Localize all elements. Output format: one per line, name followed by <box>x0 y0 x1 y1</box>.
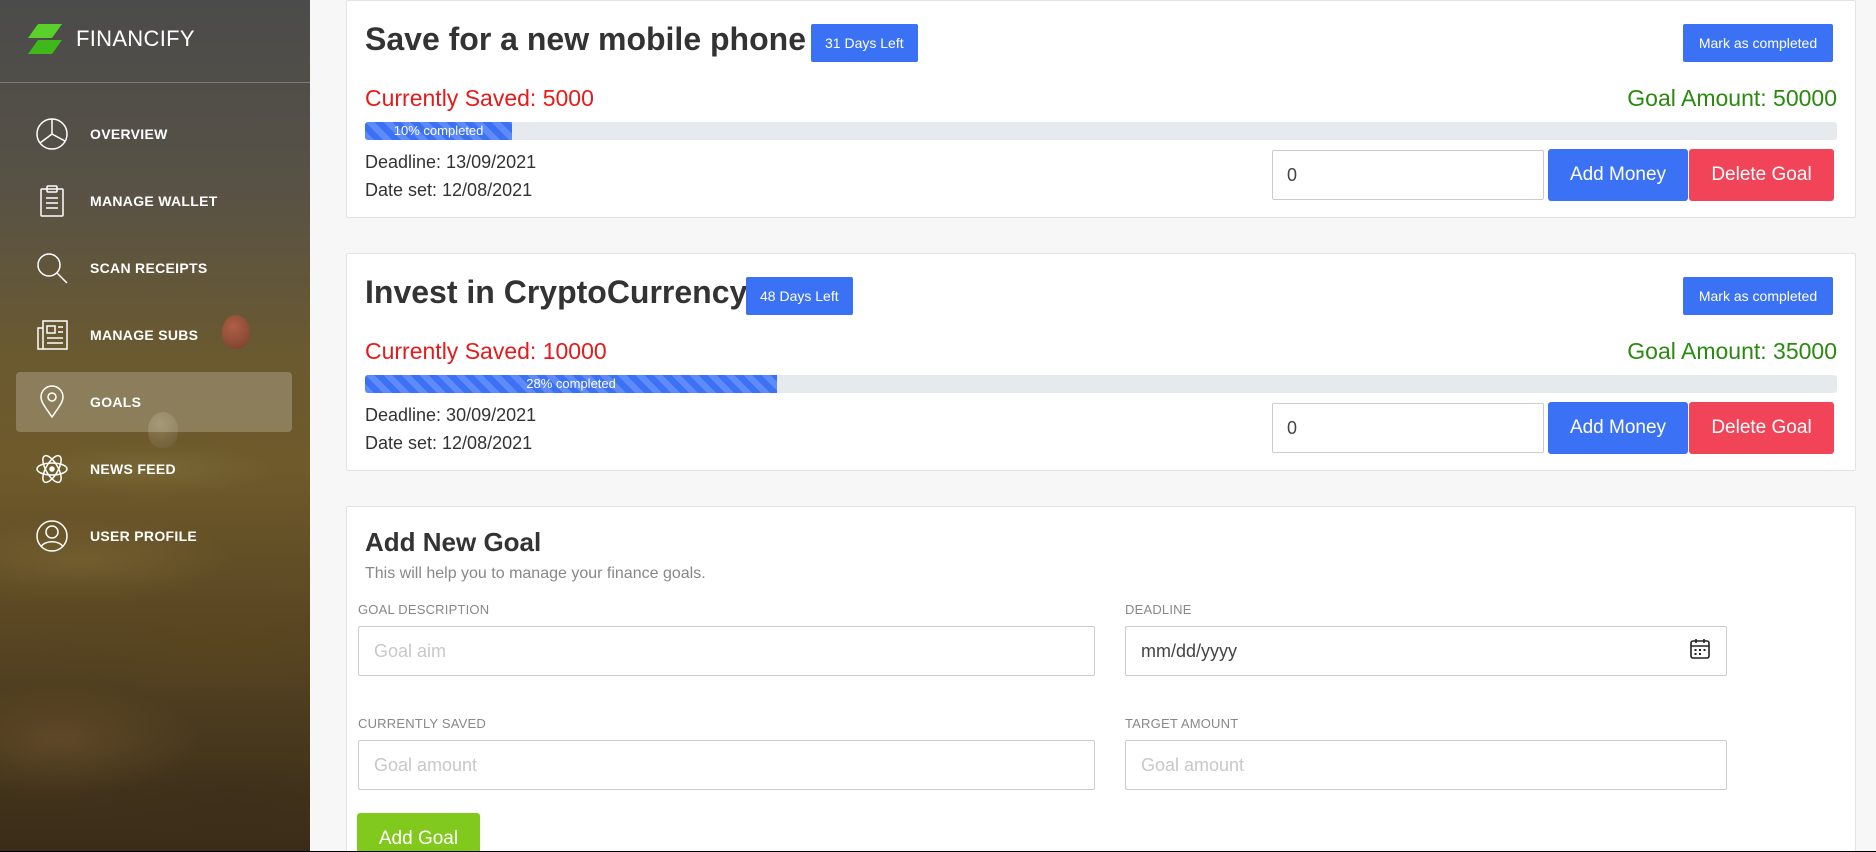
days-left-badge: 31 Days Left <box>811 24 918 62</box>
goal-card: Save for a new mobile phone 31 Days Left… <box>346 0 1856 218</box>
mark-completed-button[interactable]: Mark as completed <box>1683 277 1833 315</box>
target-amount-label: TARGET AMOUNT <box>1125 716 1239 731</box>
date-placeholder: mm/dd/yyyy <box>1141 640 1238 661</box>
mark-completed-button[interactable]: Mark as completed <box>1683 24 1833 62</box>
logo-icon <box>28 24 62 54</box>
currently-saved: Currently Saved: 5000 <box>365 85 594 111</box>
progress-bar: 10% completed <box>365 122 1837 140</box>
amount-input[interactable] <box>1272 403 1544 453</box>
deadline: Deadline: 13/09/2021 <box>365 152 537 172</box>
sidebar-item-manage-subs[interactable]: MANAGE SUBS <box>16 305 292 365</box>
deadline-date-input[interactable]: mm/dd/yyyy <box>1125 626 1727 676</box>
progress-fill: 10% completed <box>365 122 513 140</box>
add-goal-form: Add New Goal This will help you to manag… <box>346 506 1856 852</box>
progress-bar: 28% completed <box>365 375 1837 393</box>
goal-amount: Goal Amount: 35000 <box>1627 338 1837 364</box>
sidebar-item-label: MANAGE SUBS <box>90 327 199 343</box>
delete-goal-button[interactable]: Delete Goal <box>1689 149 1834 201</box>
date-set: Date set: 12/08/2021 <box>365 180 533 200</box>
goal-card: Invest in CryptoCurrency 48 Days Left Ma… <box>346 253 1856 471</box>
brand[interactable]: FINANCIFY <box>26 22 195 56</box>
target-amount-input[interactable] <box>1125 740 1727 790</box>
sidebar-item-label: SCAN RECEIPTS <box>90 260 208 276</box>
form-subtitle: This will help you to manage your financ… <box>365 565 706 582</box>
currently-saved-label: CURRENTLY SAVED <box>358 716 486 731</box>
sidebar-item-label: MANAGE WALLET <box>90 193 218 209</box>
clipboard-icon <box>34 183 70 219</box>
sidebar-item-manage-wallet[interactable]: MANAGE WALLET <box>16 171 292 231</box>
sidebar-item-label: NEWS FEED <box>90 461 176 477</box>
goal-amount: Goal Amount: 50000 <box>1627 85 1837 111</box>
calendar-icon[interactable] <box>1689 638 1711 665</box>
sidebar-item-scan-receipts[interactable]: SCAN RECEIPTS <box>16 238 292 298</box>
atom-icon <box>34 451 70 487</box>
days-left-badge: 48 Days Left <box>746 277 853 315</box>
newspaper-icon <box>34 317 70 353</box>
sidebar-item-goals[interactable]: GOALS <box>16 372 292 432</box>
goal-title: Invest in CryptoCurrency <box>365 274 748 310</box>
amount-input[interactable] <box>1272 150 1544 200</box>
form-title: Add New Goal <box>365 527 542 557</box>
add-money-button[interactable]: Add Money <box>1548 149 1688 201</box>
currently-saved: Currently Saved: 10000 <box>365 338 607 364</box>
delete-goal-button[interactable]: Delete Goal <box>1689 402 1834 454</box>
deadline: Deadline: 30/09/2021 <box>365 405 537 425</box>
sidebar-item-user-profile[interactable]: USER PROFILE <box>16 506 292 566</box>
search-icon <box>34 250 70 286</box>
goal-description-input[interactable] <box>358 626 1095 676</box>
sidebar-divider <box>0 82 310 83</box>
pie-chart-icon <box>34 116 70 152</box>
sidebar-item-news-feed[interactable]: NEWS FEED <box>16 439 292 499</box>
sidebar: FINANCIFY OVERVIEW MANAGE WALLET SCAN RE… <box>0 0 310 852</box>
brand-name: FINANCIFY <box>76 26 195 51</box>
currently-saved-input[interactable] <box>358 740 1095 790</box>
progress-fill: 28% completed <box>365 375 778 393</box>
sidebar-item-label: OVERVIEW <box>90 126 168 142</box>
map-pin-icon <box>34 384 70 420</box>
date-set: Date set: 12/08/2021 <box>365 433 533 453</box>
goal-description-label: GOAL DESCRIPTION <box>358 602 490 617</box>
deadline-label: DEADLINE <box>1125 602 1192 617</box>
sidebar-item-label: USER PROFILE <box>90 528 198 544</box>
main-content: Save for a new mobile phone 31 Days Left… <box>310 0 1876 852</box>
add-money-button[interactable]: Add Money <box>1548 402 1688 454</box>
add-goal-button[interactable]: Add Goal <box>357 813 480 852</box>
goal-title: Save for a new mobile phone <box>365 21 806 57</box>
sidebar-item-label: GOALS <box>90 394 142 410</box>
user-icon <box>34 518 70 554</box>
sidebar-nav: OVERVIEW MANAGE WALLET SCAN RECEIPTS MAN… <box>16 104 292 573</box>
sidebar-item-overview[interactable]: OVERVIEW <box>16 104 292 164</box>
